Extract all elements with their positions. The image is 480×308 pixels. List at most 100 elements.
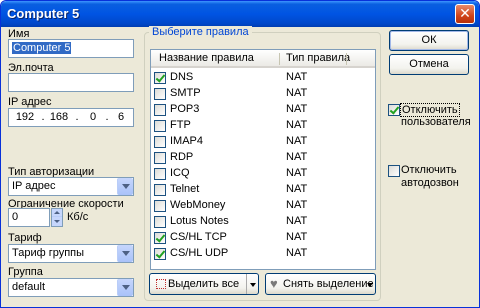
name-value: Computer 5 xyxy=(12,42,72,54)
disable-autodial-label-1: Отключить xyxy=(401,164,457,176)
rule-row[interactable]: ICQ NAT xyxy=(151,166,375,182)
rule-row[interactable]: POP3 NAT xyxy=(151,102,375,118)
rule-type: NAT xyxy=(286,87,308,99)
title-bar[interactable]: Computer 5 ✕ xyxy=(1,1,479,27)
rule-row[interactable]: FTP NAT xyxy=(151,118,375,134)
disable-user-label-2: пользователя xyxy=(401,116,471,128)
rule-name: Telnet xyxy=(170,183,200,195)
checkbox-unchecked-icon[interactable] xyxy=(154,136,166,148)
rule-row[interactable]: DNS NAT xyxy=(151,70,375,86)
checkbox-unchecked-icon[interactable] xyxy=(154,200,166,212)
group-select[interactable]: default xyxy=(8,278,134,297)
rule-type: NAT xyxy=(286,199,308,211)
checkbox-checked-icon[interactable] xyxy=(388,104,400,116)
close-icon: ✕ xyxy=(459,5,471,21)
ip-octet-2: 168 xyxy=(49,111,69,123)
group-label: Группа xyxy=(8,266,43,278)
select-all-button[interactable]: Выделить все xyxy=(149,273,259,295)
speed-limit-stepper[interactable] xyxy=(51,208,63,227)
rules-list[interactable]: Название правила Тип правила DNS NAT SMTP N… xyxy=(150,49,376,270)
rule-row[interactable]: IMAP4 NAT xyxy=(151,134,375,150)
chevron-down-icon[interactable] xyxy=(246,274,258,294)
disable-user-checkbox[interactable]: Отключить пользователя xyxy=(386,103,479,133)
chevron-down-icon[interactable] xyxy=(117,279,133,296)
ip-label: IP адрес xyxy=(8,96,52,108)
email-field[interactable] xyxy=(8,73,134,92)
rule-name: IMAP4 xyxy=(170,135,204,147)
checkbox-unchecked-icon[interactable] xyxy=(154,216,166,228)
checkbox-checked-icon[interactable] xyxy=(154,72,166,84)
ip-octet-1: 192 xyxy=(15,111,35,123)
rule-type: NAT xyxy=(286,103,308,115)
checkbox-checked-icon[interactable] xyxy=(154,248,166,260)
disable-autodial-label-2: автодозвон xyxy=(401,177,459,189)
ok-label: ОК xyxy=(421,34,437,46)
spin-down-icon[interactable] xyxy=(52,218,62,226)
close-button[interactable]: ✕ xyxy=(455,4,475,24)
disable-autodial-checkbox[interactable]: Отключить автодозвон xyxy=(386,164,479,194)
rule-name: CS/HL TCP xyxy=(170,231,227,243)
rule-name: POP3 xyxy=(170,103,200,115)
disable-user-label-1: Отключить xyxy=(400,103,460,117)
deselect-all-button[interactable]: ♥ Снять выделение xyxy=(265,273,376,295)
speed-unit-label: Кб/с xyxy=(67,211,89,223)
chevron-down-icon[interactable] xyxy=(364,274,376,294)
select-all-icon xyxy=(156,279,166,289)
column-divider[interactable] xyxy=(279,53,280,65)
rule-name: ICQ xyxy=(170,167,190,179)
rule-row[interactable]: WebMoney NAT xyxy=(151,198,375,214)
checkbox-unchecked-icon[interactable] xyxy=(388,165,400,177)
ok-button[interactable]: ОК xyxy=(389,30,469,51)
rule-name: RDP xyxy=(170,151,194,163)
name-field[interactable]: Computer 5 xyxy=(8,39,134,58)
rule-row[interactable]: CS/HL TCP NAT xyxy=(151,230,375,246)
auth-type-select[interactable]: IP адрес xyxy=(8,177,134,196)
rule-row[interactable]: SMTP NAT xyxy=(151,86,375,102)
rule-row[interactable]: Telnet NAT xyxy=(151,182,375,198)
rule-type: NAT xyxy=(286,135,308,147)
ip-octet-3: 0 xyxy=(89,111,97,123)
window-title: Computer 5 xyxy=(7,6,80,21)
rule-type: NAT xyxy=(286,215,308,227)
rule-name: Lotus Notes xyxy=(170,215,229,227)
rule-type: NAT xyxy=(286,119,308,131)
spin-up-icon[interactable] xyxy=(52,209,62,217)
cancel-button[interactable]: Отмена xyxy=(389,54,469,75)
group-value: default xyxy=(12,281,46,293)
tariff-label: Тариф xyxy=(8,232,42,244)
ip-dot: . xyxy=(41,111,45,123)
column-header-name[interactable]: Название правила xyxy=(159,52,254,64)
rules-list-header: Название правила Тип правила xyxy=(151,50,375,68)
checkbox-unchecked-icon[interactable] xyxy=(154,168,166,180)
rule-type: NAT xyxy=(286,71,308,83)
speed-limit-field[interactable]: 0 xyxy=(8,208,50,227)
chevron-down-icon[interactable] xyxy=(117,178,133,195)
ip-octet-4: 6 xyxy=(117,111,125,123)
tariff-value: Тариф группы xyxy=(12,247,85,259)
rule-name: CS/HL UDP xyxy=(170,247,229,259)
rule-type: NAT xyxy=(286,183,308,195)
rule-row[interactable]: CS/HL UDP NAT xyxy=(151,246,375,262)
rule-type: NAT xyxy=(286,151,308,163)
checkbox-unchecked-icon[interactable] xyxy=(154,104,166,116)
ip-address-field[interactable]: 192 . 168 . 0 . 6 xyxy=(8,108,134,127)
cancel-label: Отмена xyxy=(409,58,449,70)
tariff-select[interactable]: Тариф группы xyxy=(8,244,134,263)
deselect-all-label: Снять выделение xyxy=(283,278,374,290)
column-divider[interactable] xyxy=(346,53,347,65)
chevron-down-icon[interactable] xyxy=(117,245,133,262)
rule-row[interactable]: Lotus Notes NAT xyxy=(151,214,375,230)
checkbox-unchecked-icon[interactable] xyxy=(154,88,166,100)
rule-name: FTP xyxy=(170,119,191,131)
heart-icon: ♥ xyxy=(270,276,278,291)
checkbox-unchecked-icon[interactable] xyxy=(154,184,166,196)
checkbox-unchecked-icon[interactable] xyxy=(154,152,166,164)
rule-type: NAT xyxy=(286,167,308,179)
column-header-type[interactable]: Тип правила xyxy=(286,52,350,64)
checkbox-unchecked-icon[interactable] xyxy=(154,120,166,132)
speed-limit-value: 0 xyxy=(12,211,19,223)
checkbox-checked-icon[interactable] xyxy=(154,232,166,244)
rule-row[interactable]: RDP NAT xyxy=(151,150,375,166)
rule-name: DNS xyxy=(170,71,194,83)
dialog-window: Computer 5 ✕ Имя Computer 5 Эл.почта IP … xyxy=(0,0,480,308)
